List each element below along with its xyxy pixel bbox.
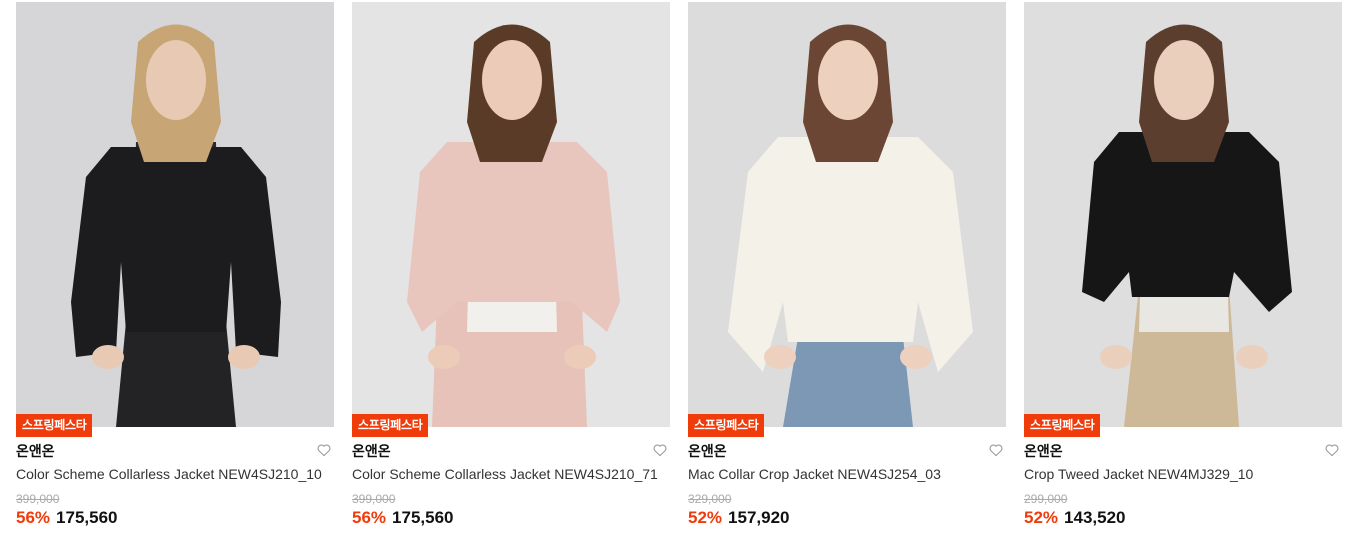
model-photo: [352, 2, 670, 427]
original-price: 399,000: [16, 492, 60, 506]
product-card[interactable]: 스프링페스타 온앤온 Color Scheme Collarless Jacke…: [352, 0, 670, 535]
heart-outline-icon[interactable]: [652, 442, 668, 458]
product-image[interactable]: [1024, 2, 1342, 427]
product-name[interactable]: Mac Collar Crop Jacket NEW4SJ254_03: [688, 466, 941, 482]
brand-name[interactable]: 온앤온: [688, 441, 727, 461]
brand-name[interactable]: 온앤온: [352, 441, 391, 461]
product-image[interactable]: [352, 2, 670, 427]
promo-badge: 스프링페스타: [16, 414, 93, 437]
product-card[interactable]: 스프링페스타 온앤온 Crop Tweed Jacket NEW4MJ329_1…: [1024, 0, 1342, 535]
brand-name[interactable]: 온앤온: [16, 441, 55, 461]
sale-price: 143,520: [1064, 508, 1126, 527]
discount-rate: 56%: [352, 508, 387, 527]
sale-price: 175,560: [392, 508, 454, 527]
discount-rate: 52%: [688, 508, 723, 527]
price-row: 52% 157,920: [688, 508, 789, 528]
heart-outline-icon[interactable]: [316, 442, 332, 458]
heart-outline-icon[interactable]: [988, 442, 1004, 458]
heart-outline-icon[interactable]: [1324, 442, 1340, 458]
price-row: 56% 175,560: [16, 508, 117, 528]
promo-badge: 스프링페스타: [688, 414, 765, 437]
model-photo: [688, 2, 1006, 427]
discount-rate: 52%: [1024, 508, 1059, 527]
promo-badge: 스프링페스타: [352, 414, 429, 437]
product-image[interactable]: [688, 2, 1006, 427]
promo-badge: 스프링페스타: [1024, 414, 1101, 437]
product-image[interactable]: [16, 2, 334, 427]
product-name[interactable]: Crop Tweed Jacket NEW4MJ329_10: [1024, 466, 1253, 482]
product-grid: 스프링페스타 온앤온 Color Scheme Collarless Jacke…: [0, 0, 1350, 535]
product-name[interactable]: Color Scheme Collarless Jacket NEW4SJ210…: [16, 466, 322, 482]
brand-name[interactable]: 온앤온: [1024, 441, 1063, 461]
original-price: 329,000: [688, 492, 732, 506]
product-name[interactable]: Color Scheme Collarless Jacket NEW4SJ210…: [352, 466, 658, 482]
price-row: 52% 143,520: [1024, 508, 1125, 528]
original-price: 399,000: [352, 492, 396, 506]
price-row: 56% 175,560: [352, 508, 453, 528]
model-photo: [1024, 2, 1342, 427]
discount-rate: 56%: [16, 508, 51, 527]
product-card[interactable]: 스프링페스타 온앤온 Mac Collar Crop Jacket NEW4SJ…: [688, 0, 1006, 535]
product-card[interactable]: 스프링페스타 온앤온 Color Scheme Collarless Jacke…: [16, 0, 334, 535]
model-photo: [16, 2, 334, 427]
sale-price: 175,560: [56, 508, 118, 527]
original-price: 299,000: [1024, 492, 1068, 506]
sale-price: 157,920: [728, 508, 790, 527]
